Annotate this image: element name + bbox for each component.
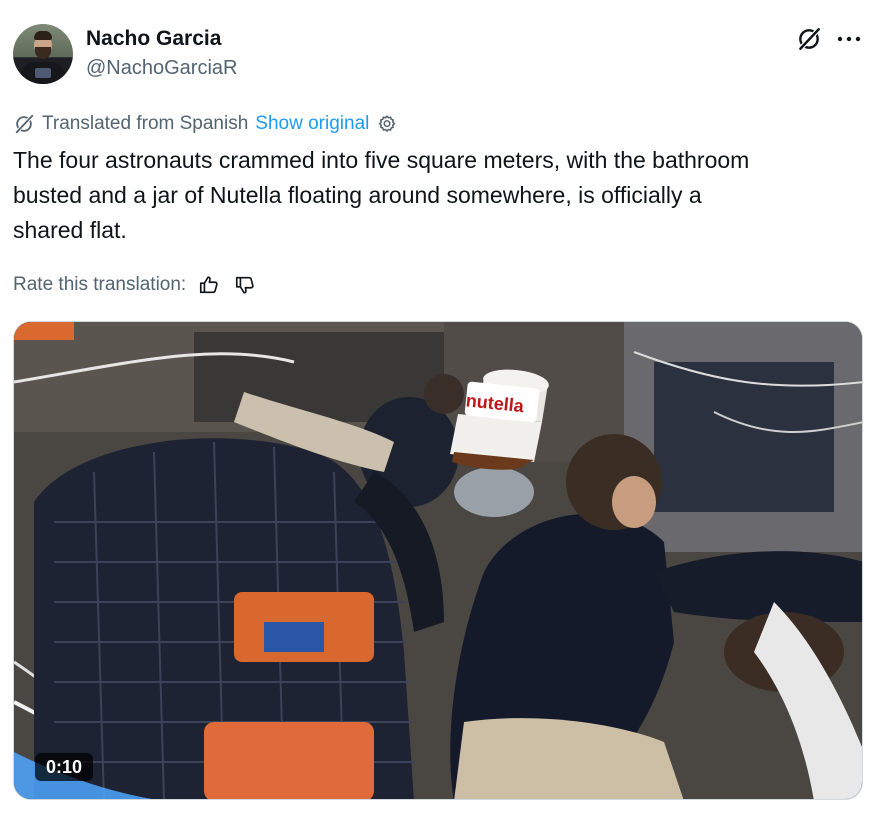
- video-player[interactable]: nutella 0:10: [13, 321, 863, 800]
- author-name[interactable]: Nacho Garcia: [86, 27, 221, 51]
- rate-translation-row: Rate this translation:: [13, 272, 256, 298]
- thumbs-up-icon[interactable]: [198, 274, 220, 296]
- avatar-beard: [35, 47, 51, 59]
- avatar[interactable]: [13, 24, 73, 84]
- translated-from-label: Translated from Spanish: [42, 113, 249, 134]
- tweet-text: The four astronauts crammed into five sq…: [13, 147, 750, 243]
- more-icon[interactable]: [836, 34, 862, 44]
- avatar-shirt-print: [35, 68, 51, 78]
- gear-icon[interactable]: [376, 113, 398, 135]
- grok-translate-icon: [15, 114, 34, 134]
- author-handle[interactable]: @NachoGarciaR: [86, 57, 237, 80]
- show-original-link[interactable]: Show original: [255, 113, 369, 135]
- video-duration-badge: 0:10: [35, 753, 94, 781]
- grok-icon[interactable]: [796, 26, 822, 52]
- avatar-hair: [34, 31, 52, 40]
- translation-row: Translated from Spanish Show original: [13, 111, 398, 137]
- thumbs-down-icon[interactable]: [234, 274, 256, 296]
- rate-translation-label: Rate this translation:: [13, 274, 187, 295]
- video-frame: nutella: [14, 322, 862, 799]
